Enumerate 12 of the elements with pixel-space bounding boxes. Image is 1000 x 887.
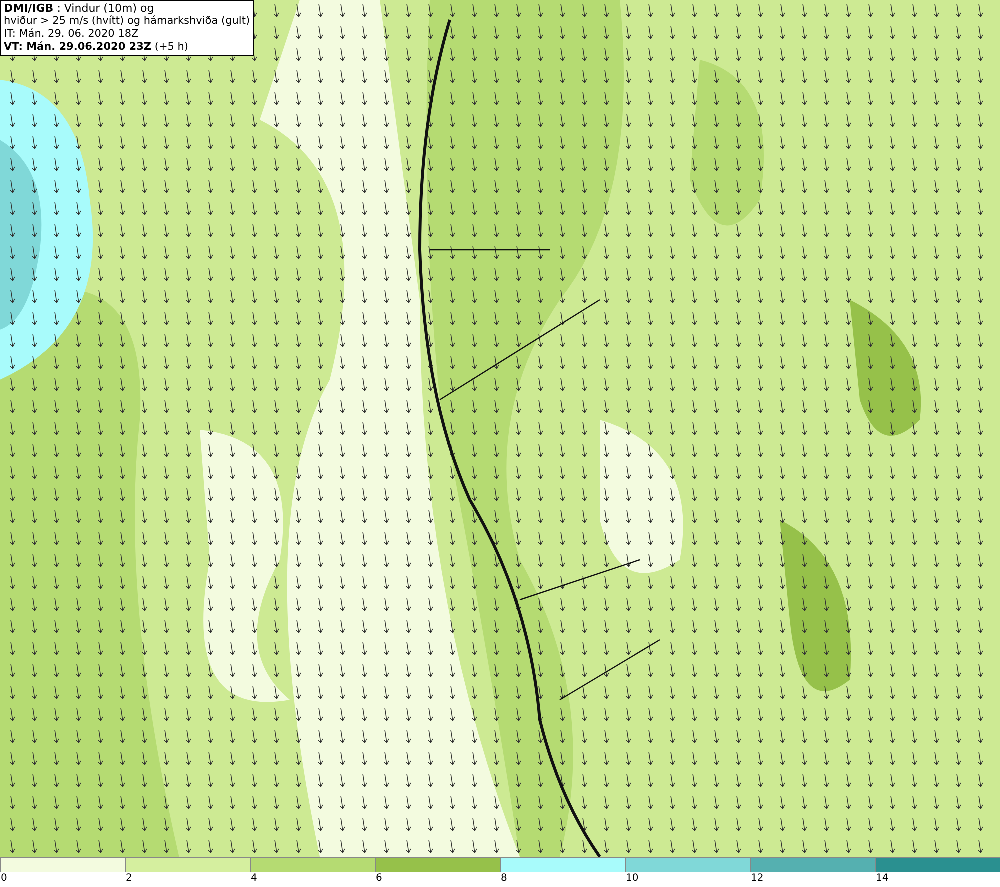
- legend-text: DMI/IGB : Vindur (10m) og: [4, 2, 156, 15]
- scale-label: 0: [0, 872, 8, 886]
- scale-label: 12: [750, 872, 764, 886]
- scale-label: 2: [125, 872, 132, 886]
- scale-label: 10: [625, 872, 639, 886]
- legend-text: hviður > 25 m/s (hvítt) og hámarkshviða (gult): [4, 15, 250, 28]
- scale-label: 8: [500, 872, 508, 886]
- scale-label: 4: [250, 872, 258, 886]
- scale-label: 14: [875, 872, 889, 886]
- scale-label: 6: [375, 872, 382, 886]
- legend-text: VT: Mán. 29.06.2020 23Z (+5 h): [4, 41, 190, 54]
- legend-text: IT: Mán. 29. 06. 2020 18Z: [4, 28, 140, 41]
